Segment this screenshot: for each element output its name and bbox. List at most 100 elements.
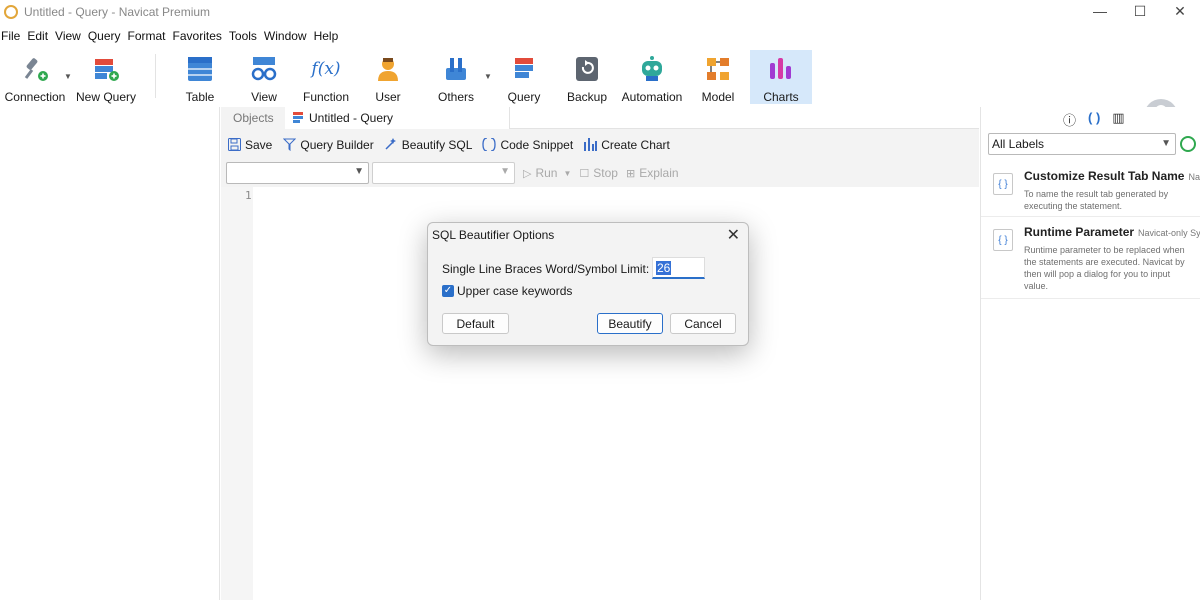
snippet-subtitle: Navi <box>1188 172 1200 182</box>
model-label: Model <box>701 90 735 104</box>
query-builder-icon <box>282 138 297 152</box>
chevron-down-icon: ▼ <box>1161 138 1171 149</box>
snippet-description: To name the result tab generated by exec… <box>1024 189 1169 211</box>
query-toolbar: Save Query Builder Beautify SQL Code Sni… <box>221 133 674 157</box>
create-chart-button[interactable]: Create Chart <box>583 138 670 152</box>
maximize-button[interactable]: ☐ <box>1120 0 1160 22</box>
beautify-sql-button[interactable]: Beautify SQL <box>384 138 472 152</box>
table-label: Table <box>185 90 215 104</box>
snippet-title: Customize Result Tab NameNavi <box>1024 169 1200 183</box>
upper-case-label: Upper case keywords <box>457 284 573 298</box>
run-button[interactable]: ▷ Run ▼ <box>523 166 571 180</box>
query-label: Query <box>507 90 541 104</box>
new-query-button[interactable]: New Query <box>74 50 138 104</box>
menu-favorites[interactable]: Favorites <box>173 29 227 43</box>
view-glasses-icon <box>249 54 279 84</box>
upper-case-checkbox[interactable]: ✓ <box>442 285 454 297</box>
database-select[interactable]: ▼ <box>372 162 515 184</box>
menu-file[interactable]: File <box>0 29 25 43</box>
dialog-close-icon[interactable]: ✕ <box>727 225 740 245</box>
backup-button[interactable]: Backup <box>557 50 617 104</box>
limit-input[interactable]: 26 <box>652 257 705 279</box>
tab-bar-empty-area <box>509 107 979 129</box>
snippet-item[interactable]: { } Customize Result Tab NameNavi To nam… <box>981 161 1200 217</box>
tab-bar: Objects Untitled - Query <box>221 107 979 129</box>
menu-format[interactable]: Format <box>128 29 171 43</box>
info-icon[interactable]: ⓘ <box>1063 110 1076 129</box>
table-button[interactable]: Table <box>170 50 230 104</box>
labels-filter-select[interactable]: All Labels ▼ <box>988 133 1176 155</box>
explain-label: Explain <box>639 166 679 180</box>
menu-help[interactable]: Help <box>314 29 344 43</box>
stop-button[interactable]: ☐ Stop <box>579 166 618 180</box>
connection-dropdown-icon[interactable]: ▼ <box>64 72 72 81</box>
code-snippet-tab-icon[interactable]: ( ) <box>1088 110 1100 129</box>
table-icon <box>185 54 215 84</box>
run-label: Run <box>535 166 558 180</box>
line-number-gutter: 1 <box>221 187 253 600</box>
function-glyph: f(x) <box>311 59 341 79</box>
user-button[interactable]: User <box>358 50 418 104</box>
query-button[interactable]: Query <box>494 50 554 104</box>
snippet-subtitle: Navicat-only Syn <box>1138 228 1200 238</box>
code-snippet-button[interactable]: Code Snippet <box>482 137 573 152</box>
tab-query-label: Untitled - Query <box>309 111 394 125</box>
snippet-description: Runtime parameter to be replaced when th… <box>1024 245 1185 291</box>
menu-window[interactable]: Window <box>264 29 312 43</box>
menu-query[interactable]: Query <box>88 29 126 43</box>
snippet-title-text: Customize Result Tab Name <box>1024 169 1185 183</box>
query-icon <box>509 54 539 84</box>
sql-beautifier-dialog: SQL Beautifier Options ✕ Single Line Bra… <box>427 222 749 346</box>
chevron-down-icon: ▼ <box>354 166 364 177</box>
query-workspace: Objects Untitled - Query Save Query Buil… <box>221 107 979 600</box>
snippet-file-icon: { } <box>993 173 1013 195</box>
default-button[interactable]: Default <box>442 313 509 334</box>
others-dropdown-icon[interactable]: ▼ <box>484 72 492 81</box>
new-query-icon <box>91 54 121 84</box>
tab-objects[interactable]: Objects <box>221 107 285 129</box>
automation-robot-icon <box>637 54 667 84</box>
snippet-pane: ⓘ ( ) ▥ All Labels ▼ { } Customize Resul… <box>980 107 1200 600</box>
snippet-item[interactable]: { } Runtime Parameter Navicat-only Syn Ru… <box>981 217 1200 299</box>
menu-edit[interactable]: Edit <box>27 29 53 43</box>
connection-select[interactable]: ▼ <box>226 162 369 184</box>
minimize-button[interactable]: — <box>1080 0 1120 22</box>
charts-button[interactable]: Charts <box>750 50 812 104</box>
save-button[interactable]: Save <box>227 138 272 152</box>
function-icon: f(x) <box>311 54 341 84</box>
close-button[interactable]: ✕ <box>1160 0 1200 22</box>
connection-label: Connection <box>4 90 66 104</box>
add-snippet-icon[interactable] <box>1180 136 1196 152</box>
connection-plug-icon <box>20 54 50 84</box>
play-icon: ▷ <box>523 167 532 180</box>
function-label: Function <box>302 90 350 104</box>
explain-button[interactable]: ⊞ Explain <box>626 166 679 180</box>
connection-button[interactable]: Connection <box>2 50 68 104</box>
magic-wand-icon <box>384 138 398 152</box>
model-button[interactable]: Model <box>688 50 748 104</box>
menu-tools[interactable]: Tools <box>229 29 262 43</box>
backup-icon <box>572 54 602 84</box>
braces-icon <box>482 137 497 152</box>
function-button[interactable]: f(x) Function <box>296 50 356 104</box>
charts-icon <box>766 54 796 84</box>
dialog-title: SQL Beautifier Options <box>432 228 555 242</box>
cancel-button[interactable]: Cancel <box>670 313 736 334</box>
save-disk-icon <box>227 138 241 152</box>
model-icon <box>703 54 733 84</box>
beautify-button[interactable]: Beautify <box>597 313 663 334</box>
others-button[interactable]: Others <box>426 50 486 104</box>
tab-objects-label: Objects <box>233 111 274 125</box>
backup-label: Backup <box>566 90 608 104</box>
menu-view[interactable]: View <box>55 29 86 43</box>
run-dropdown-icon[interactable]: ▼ <box>563 169 571 178</box>
query-builder-button[interactable]: Query Builder <box>282 138 374 152</box>
automation-button[interactable]: Automation <box>618 50 686 104</box>
main-toolbar: Connection ▼ New Query Table View f(x) F… <box>0 48 1200 133</box>
limit-value: 26 <box>656 260 672 275</box>
stop-square-icon: ☐ <box>579 167 590 180</box>
view-label: View <box>251 90 277 104</box>
view-button[interactable]: View <box>234 50 294 104</box>
columns-icon[interactable]: ▥ <box>1112 110 1124 129</box>
tab-untitled-query[interactable]: Untitled - Query <box>285 107 509 129</box>
